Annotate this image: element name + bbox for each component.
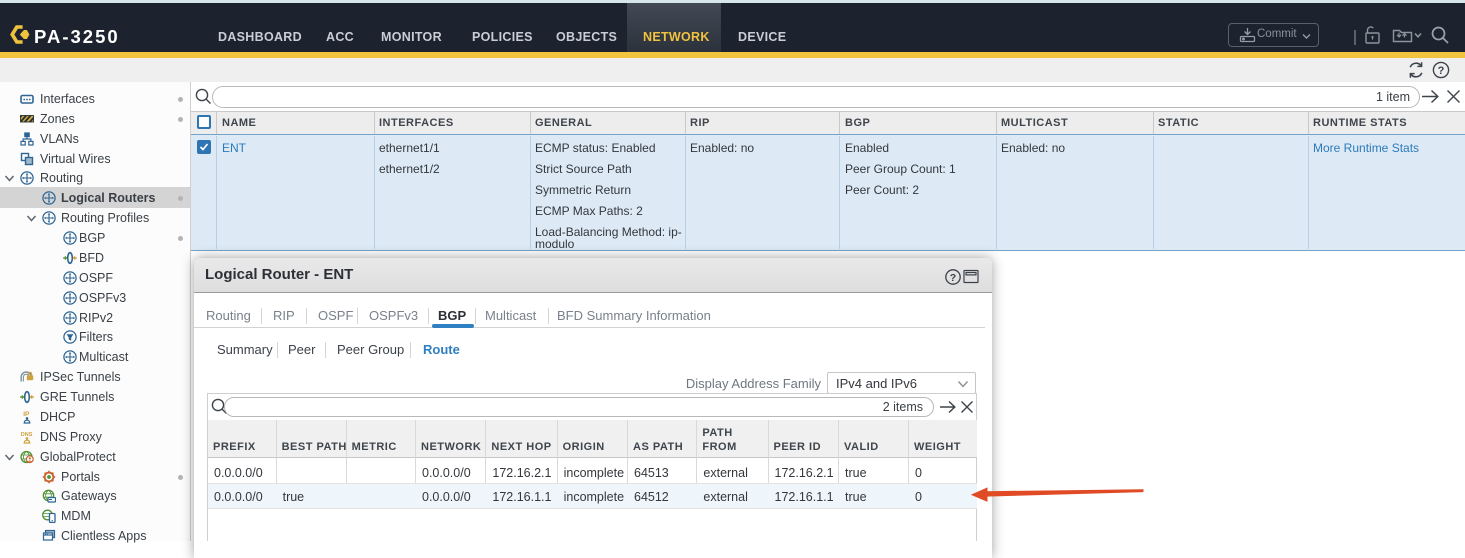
svg-text:IP: IP [23,411,30,418]
svg-text:?: ? [1438,65,1445,77]
svg-text:DNS: DNS [21,432,33,438]
svg-text:?: ? [950,272,956,284]
